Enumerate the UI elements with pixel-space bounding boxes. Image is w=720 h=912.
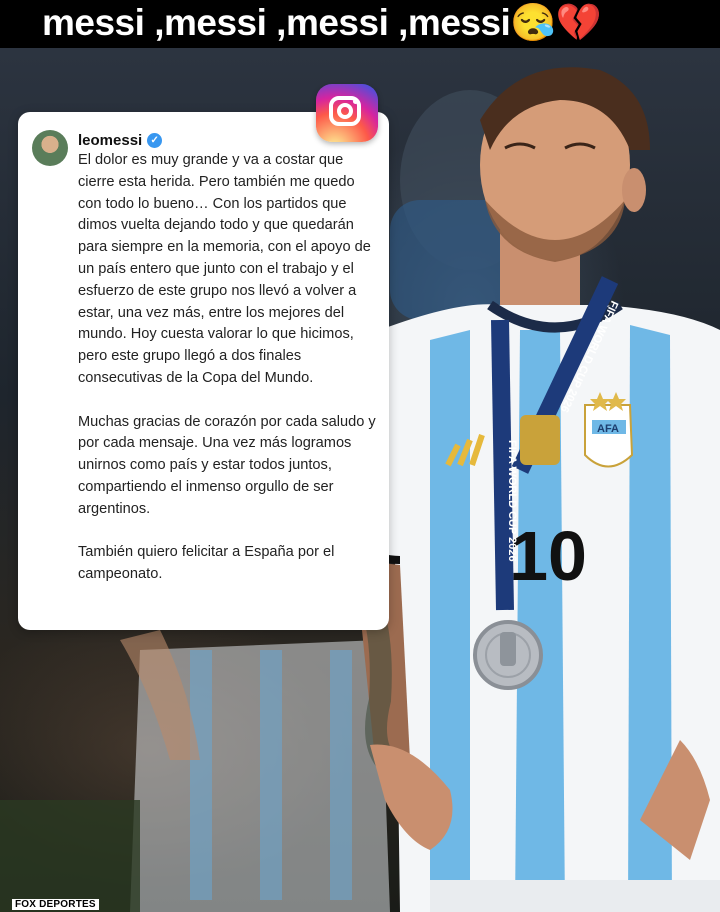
- title-bar: messi ,messi ,messi ,messi😪💔: [0, 0, 720, 48]
- lanyard-text-left: FIFA WORLD CUP 2026: [506, 440, 518, 562]
- instagram-icon: [316, 84, 378, 142]
- verified-badge-icon: ✓: [147, 133, 163, 148]
- broadcaster-watermark: FOX DEPORTES: [12, 899, 99, 910]
- username[interactable]: leomessi: [78, 132, 142, 149]
- shirt-number: 10: [509, 517, 587, 595]
- screenshot: messi ,messi ,messi ,messi😪💔 AFA 10 FIFA…: [0, 0, 720, 912]
- crest-text: AFA: [597, 423, 619, 435]
- post-caption: El dolor es muy grande y va a costar que…: [78, 150, 378, 608]
- post-header: leomessi ✓: [78, 132, 163, 149]
- instagram-post-card: leomessi ✓ El dolor es muy grande y va a…: [18, 112, 389, 630]
- caption-paragraph: Muchas gracias de corazón por cada salud…: [78, 413, 376, 517]
- caption-paragraph: El dolor es muy grande y va a costar que…: [78, 152, 371, 386]
- instagram-icon-dot: [353, 99, 358, 104]
- instagram-icon-lens: [337, 103, 353, 119]
- avatar[interactable]: [32, 130, 68, 166]
- caption-paragraph: También quiero felicitar a España por el…: [78, 544, 335, 583]
- overlay-title: messi ,messi ,messi ,messi😪💔: [42, 2, 602, 43]
